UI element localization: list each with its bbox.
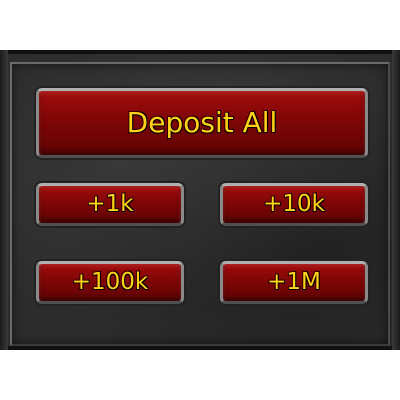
deposit-1m-button[interactable]: +1M: [220, 261, 368, 304]
deposit-1m-label: +1M: [267, 269, 321, 295]
deposit-1k-label: +1k: [86, 191, 134, 217]
panel-frame-right-edge: [392, 50, 400, 350]
game-ui-stage: Deposit All +1k +10k +100k +1M: [0, 0, 400, 400]
deposit-100k-label: +100k: [71, 269, 149, 295]
deposit-all-label: Deposit All: [126, 106, 278, 139]
deposit-10k-label: +10k: [263, 191, 325, 217]
deposit-1k-button[interactable]: +1k: [36, 183, 184, 226]
panel-frame-left-edge: [0, 50, 8, 350]
deposit-10k-button[interactable]: +10k: [220, 183, 368, 226]
deposit-all-button[interactable]: Deposit All: [36, 88, 368, 158]
deposit-100k-button[interactable]: +100k: [36, 261, 184, 304]
